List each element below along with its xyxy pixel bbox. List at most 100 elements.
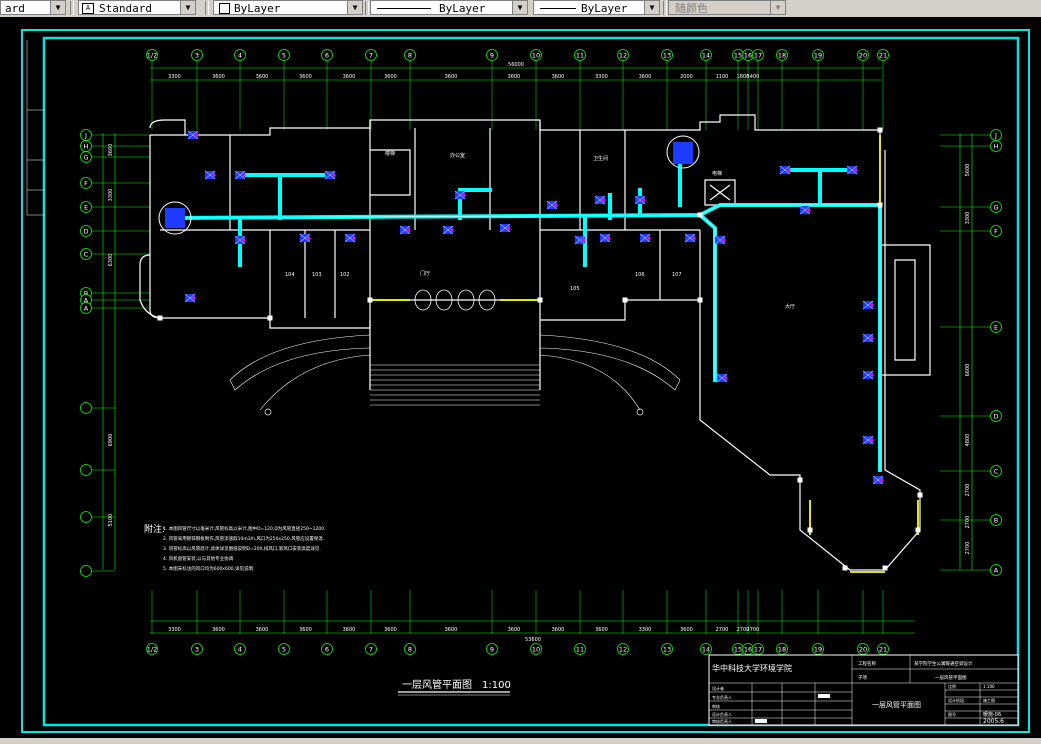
dimension-text: 6900 <box>108 434 114 447</box>
grid-bubble-label: 3 <box>195 52 199 60</box>
title-block-role-2: 专业负责人 <box>712 694 732 700</box>
dimension-text: 3600 <box>256 627 269 633</box>
title-block-sheet-label: 图号 <box>948 711 956 717</box>
title-block-date: 2005.6 <box>983 718 1004 725</box>
duct-tag-mark <box>870 336 874 340</box>
duct-tag-mark <box>462 193 466 197</box>
duct-tag-mark <box>642 198 646 202</box>
duct-tag-mark <box>582 238 586 242</box>
duct-tag-mark <box>607 236 611 240</box>
grid-bubble-label: 4 <box>238 52 242 60</box>
dimstyle-combo[interactable]: ard ▼ <box>0 0 66 15</box>
grid-bubble-label: 5 <box>282 52 286 60</box>
room-label-lobby: 大厅 <box>785 303 795 310</box>
dimension-text: 6600 <box>965 364 971 377</box>
dimension-text: 2700 <box>965 542 971 555</box>
grid-bubble-label: 16 <box>744 52 752 60</box>
chevron-down-icon[interactable]: ▼ <box>347 1 362 14</box>
grid-bubble-label: 15 <box>734 52 742 60</box>
text-style-combo[interactable]: A Standard ▼ <box>78 0 196 15</box>
room-label-toilet: 卫生间 <box>593 155 608 162</box>
duct-tag-mark <box>554 203 558 207</box>
column-post <box>877 127 883 133</box>
plot-style-value: 随颜色 <box>675 2 708 15</box>
layer-color-value: ByLayer <box>234 2 281 15</box>
column-post <box>267 315 273 321</box>
room-label-e: 106 <box>635 272 645 278</box>
duct-tag-mark <box>807 208 811 212</box>
dimension-text: 5400 <box>747 74 760 80</box>
duct-tag-mark <box>870 373 874 377</box>
dimension-text: 3600 <box>508 627 521 633</box>
dimension-text: 3600 <box>445 627 458 633</box>
layer-color-combo[interactable]: ByLayer ▼ <box>213 0 363 15</box>
grid-bubble-label: E <box>84 204 88 212</box>
dimension-text: 3600 <box>299 627 312 633</box>
duct-tag-mark <box>352 236 356 240</box>
duct-tag-mark <box>692 236 696 240</box>
linetype-combo[interactable]: ByLayer ▼ <box>370 0 528 15</box>
grid-bubble-label: 20 <box>859 52 867 60</box>
dimension-text: 3600 <box>343 627 356 633</box>
grid-bubble-label: J <box>994 132 997 140</box>
drawing-canvas[interactable]: 3300 3600 3600 3600 3600 3600 3600 3600 3600 3300… <box>0 17 1041 738</box>
lineweight-swatch-icon <box>540 8 576 9</box>
grid-bubble <box>80 565 92 577</box>
title-block-stage-label: 设计阶段 <box>948 697 964 703</box>
dimension-text: 3600 <box>595 627 608 633</box>
signature-mark <box>818 694 830 698</box>
grid-bubble-label: 15 <box>734 646 742 654</box>
toolbar-separator <box>205 1 209 15</box>
dimension-text: 3600 <box>552 74 565 80</box>
dimension-text: 3600 <box>212 627 225 633</box>
grid-bubble-label: 18 <box>778 646 786 654</box>
column-post <box>915 527 921 533</box>
grid-bubble-label: 17 <box>754 52 762 60</box>
grid-bubble-label: 8 <box>408 52 412 60</box>
dimension-text: 3600 <box>343 74 356 80</box>
title-block-project-label: 工程名称 <box>858 660 876 667</box>
dimension-text: 5100 <box>108 514 114 527</box>
duct-tag-mark <box>854 168 858 172</box>
duct-tag-mark <box>724 376 728 380</box>
grid-bubble-label: G <box>993 204 998 212</box>
dimension-text: 3600 <box>256 74 269 80</box>
grid-bubble-label: C <box>994 468 999 476</box>
column-post <box>842 565 848 571</box>
dimension-text: 3300 <box>639 627 652 633</box>
grid-bubble-label: C <box>84 251 89 259</box>
duct-tag-mark <box>332 173 336 177</box>
grid-bubble-label: A <box>84 305 89 313</box>
grid-bubble-label: 20 <box>859 646 867 654</box>
grid-bubble-label: 8 <box>408 646 412 654</box>
column-post <box>877 202 883 208</box>
chevron-down-icon[interactable]: ▼ <box>180 1 195 14</box>
grid-bubble <box>80 402 92 414</box>
dimension-text: 6300 <box>108 254 114 267</box>
lineweight-combo[interactable]: ByLayer ▼ <box>533 0 660 15</box>
dimension-text: 2700 <box>747 627 760 633</box>
room-label-a: 104 <box>285 272 295 278</box>
dimension-text: 3300 <box>595 74 608 80</box>
note-line-1: 1. 本图风管尺寸以毫米计,风管标高以米计,图中D=120,D为风管直径250~… <box>163 525 326 532</box>
title-block-ratio-label: 比例 <box>948 683 956 689</box>
dimstyle-value: ard <box>5 2 25 15</box>
grid-bubble-label: 7 <box>369 52 373 60</box>
dimension-text: 3600 <box>680 627 693 633</box>
chevron-down-icon[interactable]: ▼ <box>50 1 65 14</box>
dimension-text: 3600 <box>384 627 397 633</box>
grid-bubble-label: H <box>994 143 999 151</box>
column-post <box>917 492 923 498</box>
note-line-5: 5. 本图未标注的风口均为600x600,详见说明. <box>163 565 254 572</box>
grid-bubble-label: 19 <box>814 646 822 654</box>
column-post <box>537 297 543 303</box>
duct-tag-mark <box>787 168 791 172</box>
chevron-down-icon[interactable]: ▼ <box>512 1 527 14</box>
chevron-down-icon[interactable]: ▼ <box>644 1 659 14</box>
grid-bubble-label: 10 <box>532 646 540 654</box>
room-label-c: 102 <box>340 272 350 278</box>
plot-style-combo: 随颜色 ▼ <box>668 0 786 15</box>
dimension-text: 3300 <box>108 189 114 202</box>
grid-bubble-label: D <box>993 413 998 421</box>
grid-bubble-label: 1/2 <box>147 52 157 60</box>
